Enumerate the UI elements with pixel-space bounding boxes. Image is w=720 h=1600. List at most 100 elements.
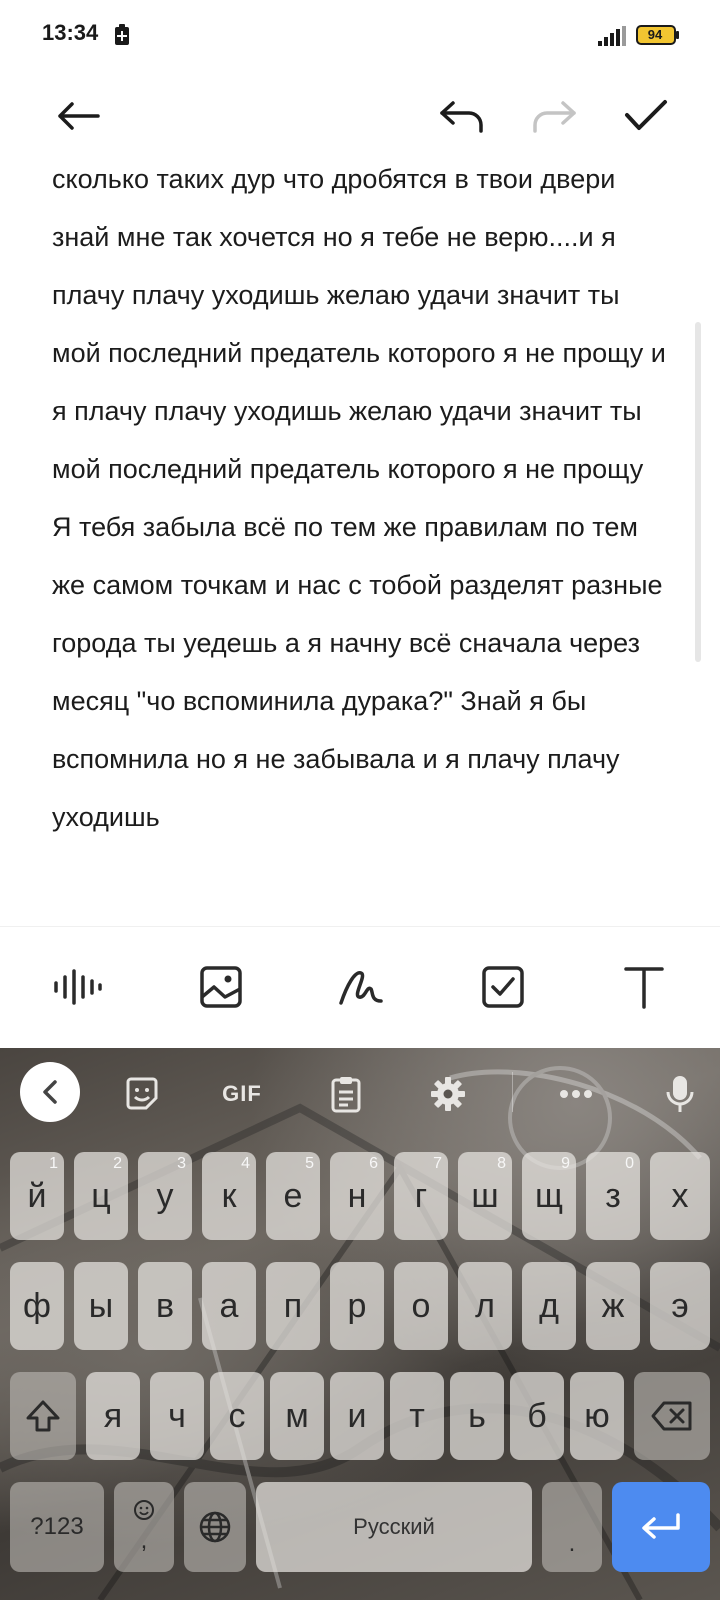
scrollbar[interactable] — [695, 322, 701, 662]
key-hint: 8 — [497, 1155, 506, 1172]
space-label: Русский — [353, 1514, 435, 1539]
note-paragraph[interactable]: Я тебя забыла всё по тем же правилам по … — [52, 498, 672, 846]
note-body[interactable]: сколько таких дур что дробятся в твои дв… — [52, 150, 672, 846]
key-р[interactable]: р — [330, 1262, 384, 1350]
audio-button[interactable] — [50, 959, 106, 1015]
key-label: а — [219, 1287, 239, 1325]
key-label: й — [27, 1177, 47, 1215]
signal-icon — [598, 26, 626, 46]
checklist-button[interactable] — [475, 959, 531, 1015]
key-label: е — [283, 1177, 303, 1215]
voice-input-button[interactable] — [652, 1066, 708, 1122]
space-key[interactable]: Русский — [256, 1482, 532, 1572]
text-format-button[interactable] — [616, 959, 672, 1015]
key-т[interactable]: т — [390, 1372, 444, 1460]
microphone-icon — [666, 1076, 694, 1112]
key-е[interactable]: 5е — [266, 1152, 320, 1240]
key-д[interactable]: д — [522, 1262, 576, 1350]
key-у[interactable]: 3у — [138, 1152, 192, 1240]
key-label: и — [347, 1397, 367, 1435]
backspace-key[interactable] — [634, 1372, 710, 1460]
comma-label: , — [140, 1527, 148, 1554]
key-ш[interactable]: 8ш — [458, 1152, 512, 1240]
key-н[interactable]: 6н — [330, 1152, 384, 1240]
period-label: . — [568, 1530, 576, 1557]
key-й[interactable]: 1й — [10, 1152, 64, 1240]
key-hint: 5 — [305, 1155, 314, 1172]
redo-button[interactable] — [524, 86, 584, 146]
enter-key[interactable] — [612, 1482, 710, 1572]
key-ч[interactable]: ч — [150, 1372, 204, 1460]
key-label: к — [221, 1177, 237, 1215]
key-label: ф — [23, 1287, 51, 1325]
gif-button[interactable]: GIF — [214, 1066, 270, 1122]
symbols-key[interactable]: ?123 — [10, 1482, 104, 1572]
key-hint: 3 — [177, 1155, 186, 1172]
shift-key[interactable] — [10, 1372, 76, 1460]
key-label: ч — [168, 1397, 186, 1435]
key-label: н — [347, 1177, 367, 1215]
key-м[interactable]: м — [270, 1372, 324, 1460]
key-hint: 0 — [625, 1155, 634, 1172]
key-ж[interactable]: ж — [586, 1262, 640, 1350]
shift-arrow-icon — [26, 1400, 60, 1432]
period-key[interactable]: . — [542, 1482, 602, 1572]
enter-arrow-icon — [642, 1513, 680, 1539]
key-label: р — [347, 1287, 367, 1325]
image-button[interactable] — [193, 959, 249, 1015]
keyboard: GIF 1 й 2 ц 3 у 4 к 5 е 6 н 7 г 8 ш 9 щ … — [0, 1048, 720, 1600]
key-к[interactable]: 4к — [202, 1152, 256, 1240]
key-ю[interactable]: ю — [570, 1372, 624, 1460]
key-ф[interactable]: ф — [10, 1262, 64, 1350]
more-options-button[interactable] — [548, 1066, 604, 1122]
key-г[interactable]: 7г — [394, 1152, 448, 1240]
key-hint: 2 — [113, 1155, 122, 1172]
key-label: л — [475, 1287, 495, 1325]
note-paragraph[interactable]: сколько таких дур что дробятся в твои дв… — [52, 150, 672, 498]
key-label: я — [103, 1397, 123, 1435]
key-я[interactable]: я — [86, 1372, 140, 1460]
collapse-toolbar-button[interactable] — [20, 1062, 80, 1122]
key-щ[interactable]: 9щ — [522, 1152, 576, 1240]
key-label: э — [671, 1287, 689, 1325]
save-button[interactable] — [616, 86, 676, 146]
key-л[interactable]: л — [458, 1262, 512, 1350]
battery-level: 94 — [647, 27, 663, 42]
gear-icon — [431, 1077, 465, 1111]
key-с[interactable]: с — [210, 1372, 264, 1460]
key-х[interactable]: х — [650, 1152, 710, 1240]
clipboard-button[interactable] — [318, 1066, 374, 1122]
toolbar-divider — [512, 1072, 513, 1112]
key-и[interactable]: и — [330, 1372, 384, 1460]
key-label: ь — [468, 1397, 486, 1435]
key-э[interactable]: э — [650, 1262, 710, 1350]
key-п[interactable]: п — [266, 1262, 320, 1350]
key-ы[interactable]: ы — [74, 1262, 128, 1350]
key-label: в — [155, 1287, 175, 1325]
sticker-button[interactable] — [114, 1066, 170, 1122]
formatting-toolbar — [0, 926, 720, 1049]
key-label: п — [283, 1287, 303, 1325]
key-а[interactable]: а — [202, 1262, 256, 1350]
key-hint: 1 — [49, 1155, 58, 1172]
chevron-left-icon — [43, 1080, 57, 1104]
key-ь[interactable]: ь — [450, 1372, 504, 1460]
audio-waveform-icon — [54, 969, 102, 1005]
key-в[interactable]: в — [138, 1262, 192, 1350]
key-label: о — [411, 1287, 431, 1325]
key-б[interactable]: б — [510, 1372, 564, 1460]
key-ц[interactable]: 2ц — [74, 1152, 128, 1240]
undo-button[interactable] — [432, 86, 492, 146]
more-dots-icon — [560, 1090, 592, 1098]
key-о[interactable]: о — [394, 1262, 448, 1350]
language-key[interactable] — [184, 1482, 246, 1572]
emoji-comma-key[interactable]: , — [114, 1482, 174, 1572]
globe-icon — [199, 1511, 231, 1543]
draw-button[interactable] — [334, 959, 390, 1015]
key-hint: 6 — [369, 1155, 378, 1172]
key-label: х — [671, 1177, 689, 1215]
keyboard-settings-button[interactable] — [420, 1066, 476, 1122]
checkbox-icon — [482, 966, 524, 1008]
back-button[interactable] — [48, 86, 108, 146]
key-з[interactable]: 0з — [586, 1152, 640, 1240]
